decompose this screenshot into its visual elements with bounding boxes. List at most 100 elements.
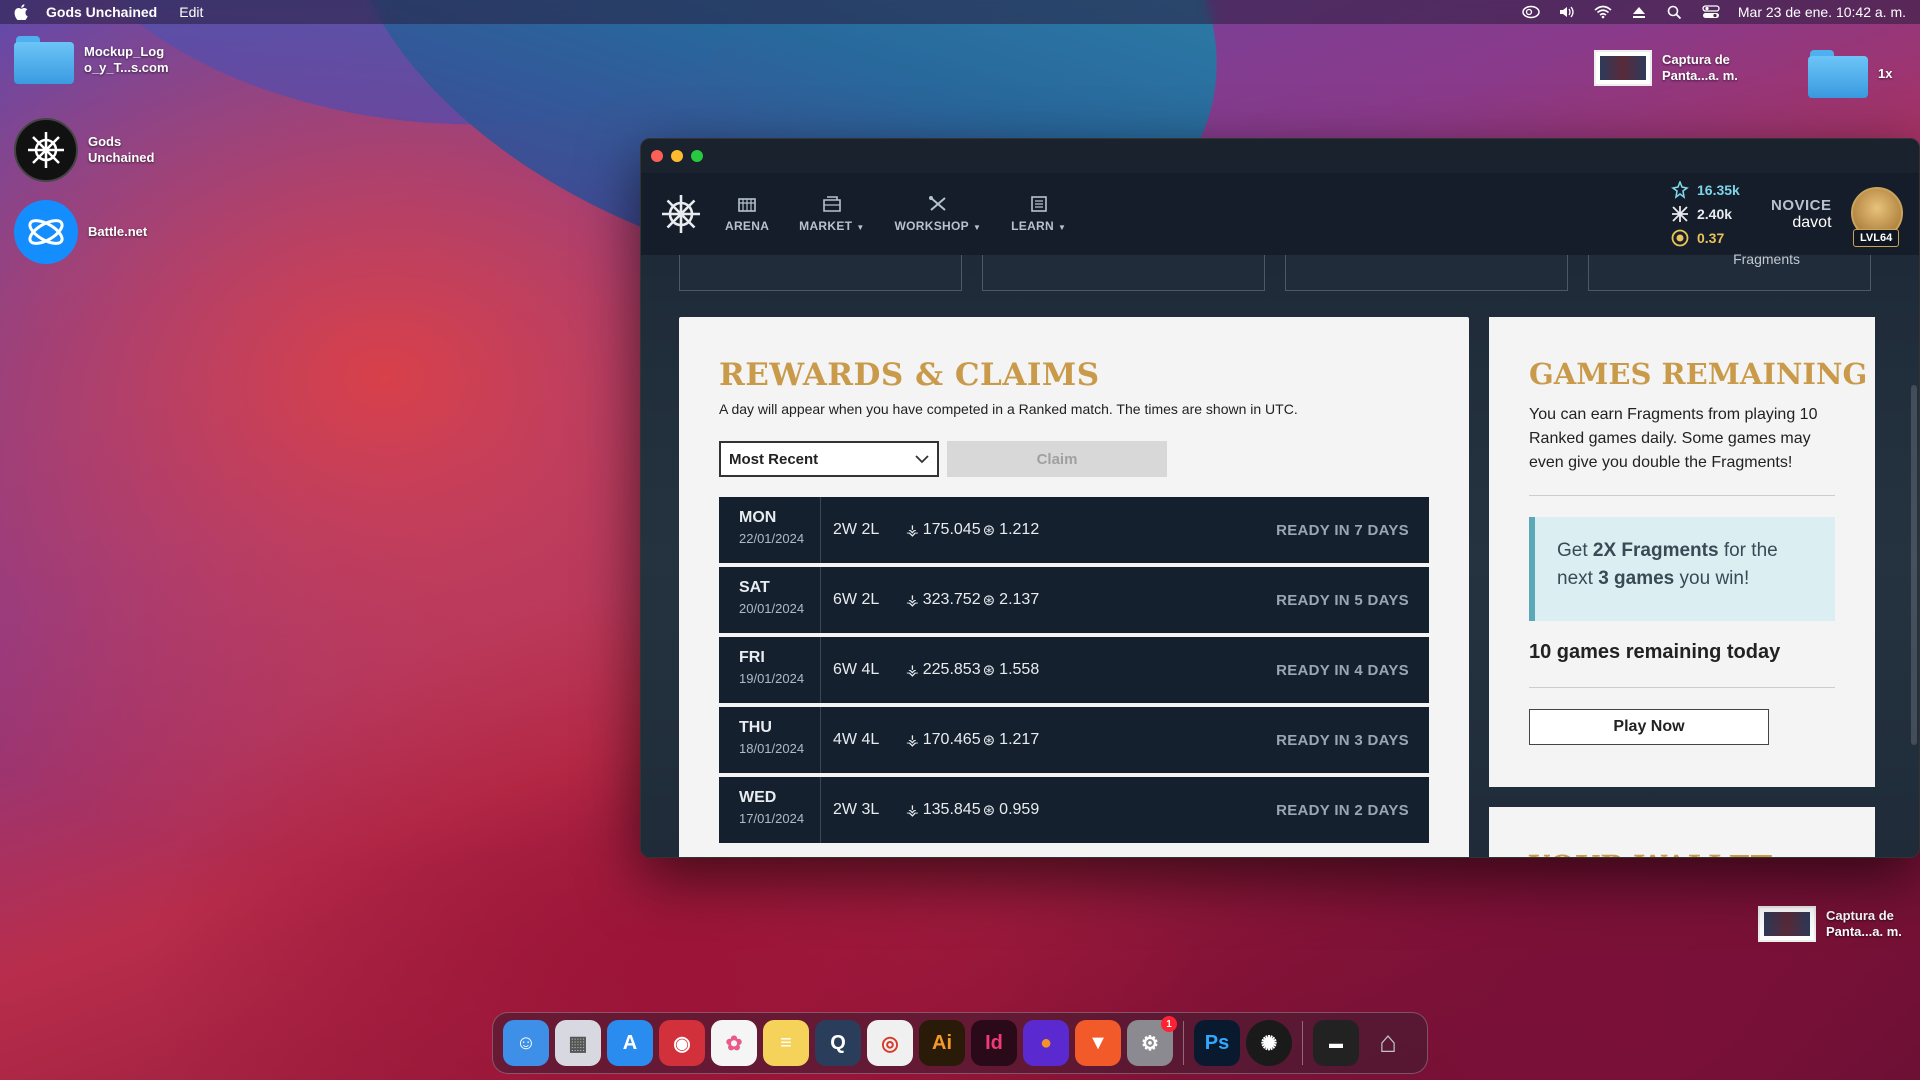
nav-label: LEARN <box>1011 219 1054 233</box>
reward-row[interactable]: MON 22/01/2024 2W 2L ⚶ 175.045 ⊛ 1.212 READ… <box>719 497 1429 563</box>
reward-record: 6W 4L <box>833 661 880 678</box>
brave-icon[interactable]: ▼ <box>1075 1020 1121 1066</box>
gods-value: 1.212 <box>999 521 1040 538</box>
fragments-icon: ⚶ <box>906 802 919 819</box>
window-titlebar[interactable] <box>641 139 1919 173</box>
indesign-icon[interactable]: Id <box>971 1020 1017 1066</box>
dock: ☺ ▦ A ◉ ✿ ≡ Q ◎ Ai Id ● ▼ ⚙ 1 Ps ✺ ▬ ⌂ <box>492 1012 1428 1074</box>
desktop-icon-label: Battle.net <box>88 224 148 239</box>
main-content: Fragments REWARDS & CLAIMS A day will ap… <box>641 251 1919 857</box>
reward-date: 18/01/2024 <box>739 741 805 756</box>
username: davot <box>1792 214 1832 231</box>
scrollbar[interactable] <box>1911 385 1917 745</box>
menubar-datetime[interactable]: Mar 23 de ene. 10:42 a. m. <box>1738 4 1906 20</box>
nav-learn[interactable]: LEARN ▼ <box>1011 195 1066 233</box>
desktop-icon-battlenet[interactable]: Battle.net <box>14 200 147 264</box>
promo-bold: 2X Fragments <box>1592 540 1719 561</box>
menubar: Gods Unchained Edit Mar 23 de ene. 10:42… <box>0 0 1920 24</box>
reward-row[interactable]: SAT 20/01/2024 6W 2L ⚶ 323.752 ⊛ 2.137 READ… <box>719 567 1429 633</box>
desktop-icon-mockup-folder[interactable]: Mockup_Log o_y_T...s.com <box>14 36 169 84</box>
gods-value: 1.558 <box>999 661 1040 678</box>
desktop-icon-1x-folder[interactable]: 1x <box>1808 50 1892 98</box>
gods-unchained-dock-icon[interactable]: ✺ <box>1246 1020 1292 1066</box>
games-remaining-count: 10 games remaining today <box>1529 641 1781 663</box>
control-center-icon[interactable] <box>1702 5 1720 19</box>
notes-icon[interactable]: ≡ <box>763 1020 809 1066</box>
nav-label: MARKET <box>799 219 853 233</box>
sort-select[interactable]: Most Recent <box>719 441 939 477</box>
firefox-icon[interactable]: ● <box>1023 1020 1069 1066</box>
app-store-icon[interactable]: A <box>607 1020 653 1066</box>
minimize-window-button[interactable] <box>671 150 683 162</box>
rank-title: NOVICE <box>1771 197 1832 214</box>
apple-icon[interactable] <box>14 4 30 20</box>
summary-card <box>1285 255 1568 291</box>
close-window-button[interactable] <box>651 150 663 162</box>
screenshot-thumbnail <box>1594 50 1652 86</box>
reward-record: 2W 2L <box>833 521 880 538</box>
illustrator-icon[interactable]: Ai <box>919 1020 965 1066</box>
games-remaining-title: GAMES REMAINING <box>1529 357 1868 391</box>
promo-bold: 3 games <box>1598 568 1675 589</box>
reward-row[interactable]: FRI 19/01/2024 6W 4L ⚶ 225.853 ⊛ 1.558 READ… <box>719 637 1429 703</box>
photoshop-icon[interactable]: Ps <box>1194 1020 1240 1066</box>
photo-booth-icon[interactable]: ◉ <box>659 1020 705 1066</box>
zoom-window-button[interactable] <box>691 150 703 162</box>
currency-flux[interactable]: 2.40k <box>1671 205 1740 223</box>
reward-fragments: ⚶ 170.465 <box>906 731 981 749</box>
promo-text: you win! <box>1674 568 1750 589</box>
gods-unchained-logo[interactable] <box>659 192 703 236</box>
fragments-icon: ⚶ <box>906 662 919 679</box>
player-rank[interactable]: NOVICE davot <box>1771 197 1832 232</box>
desktop-icon-gods-unchained[interactable]: Gods Unchained <box>14 118 154 182</box>
nav-market[interactable]: MARKET ▼ <box>799 195 864 233</box>
reward-gods: ⊛ 2.137 <box>983 591 1040 609</box>
gem-icon <box>1671 229 1689 247</box>
play-now-button[interactable]: Play Now <box>1529 709 1769 745</box>
nav-arena[interactable]: ARENA <box>725 195 769 233</box>
currency-gem[interactable]: 0.37 <box>1671 229 1740 247</box>
fragments-value: 135.845 <box>922 801 981 818</box>
finder-icon[interactable]: ☺ <box>503 1020 549 1066</box>
quicktime-icon[interactable]: Q <box>815 1020 861 1066</box>
fragments-icon: ⚶ <box>906 592 919 609</box>
menubar-app-name[interactable]: Gods Unchained <box>46 4 157 20</box>
claim-button[interactable]: Claim <box>947 441 1167 477</box>
menu-edit[interactable]: Edit <box>179 4 203 20</box>
desktop-icon-screenshot-2[interactable]: Captura de Panta...a. m. <box>1758 906 1902 942</box>
gods-coin-icon: ⊛ <box>982 522 996 539</box>
nav-label-wrap: MARKET ▼ <box>799 219 864 233</box>
reward-row[interactable]: THU 18/01/2024 4W 4L ⚶ 170.465 ⊛ 1.217 READ… <box>719 707 1429 773</box>
gods-value: 0.959 <box>999 801 1040 818</box>
trash-icon[interactable]: ⌂ <box>1365 1020 1411 1066</box>
volume-icon[interactable] <box>1558 5 1576 19</box>
fragments-value: 225.853 <box>922 661 981 678</box>
spotlight-search-icon[interactable] <box>1666 5 1684 20</box>
airplay-icon[interactable] <box>1630 5 1648 19</box>
desktop-icon-screenshot-1[interactable]: Captura de Panta...a. m. <box>1594 50 1738 86</box>
reward-day: SAT <box>739 579 770 596</box>
currency-value: 2.40k <box>1697 206 1733 222</box>
reward-status: READY IN 4 DAYS <box>1276 661 1409 679</box>
reward-row[interactable]: WED 17/01/2024 2W 3L ⚶ 135.845 ⊛ 0.959 READ… <box>719 777 1429 843</box>
photos-icon[interactable]: ✿ <box>711 1020 757 1066</box>
nav-workshop[interactable]: WORKSHOP ▼ <box>895 195 982 233</box>
rewards-list: MON 22/01/2024 2W 2L ⚶ 175.045 ⊛ 1.212 READ… <box>719 497 1429 847</box>
wallet-title: YOUR WALLET <box>1529 849 1772 857</box>
reward-fragments: ⚶ 135.845 <box>906 801 981 819</box>
reward-gods: ⊛ 1.212 <box>983 521 1040 539</box>
launchpad-icon[interactable]: ▦ <box>555 1020 601 1066</box>
promo-text: Get <box>1557 540 1593 561</box>
chrome-icon[interactable]: ◎ <box>867 1020 913 1066</box>
recent-screenshot-icon[interactable]: ▬ <box>1313 1020 1359 1066</box>
summary-card: Fragments <box>1588 251 1871 291</box>
system-preferences-icon[interactable]: ⚙ 1 <box>1127 1016 1177 1066</box>
fragments-icon: ⚶ <box>906 732 919 749</box>
currency-gods-token[interactable]: 16.35k <box>1671 181 1740 199</box>
creative-cloud-icon[interactable] <box>1522 5 1540 19</box>
wifi-icon[interactable] <box>1594 5 1612 19</box>
currency-value: 0.37 <box>1697 230 1725 246</box>
notification-badge: 1 <box>1161 1016 1177 1032</box>
reward-fragments: ⚶ 225.853 <box>906 661 981 679</box>
desktop-icon-label: Mockup_Log o_y_T...s.com <box>84 44 169 75</box>
